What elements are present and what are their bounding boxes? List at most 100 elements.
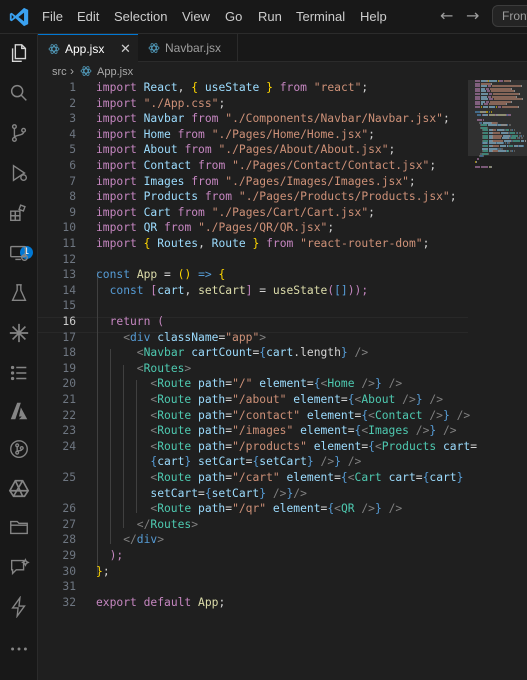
line-number: 16 [62, 315, 76, 328]
search-icon[interactable] [8, 82, 30, 104]
tab-label: App.jsx [65, 42, 105, 56]
code-line: <Route path="/about" element={<About />}… [150, 393, 444, 406]
minimap-token [522, 134, 525, 137]
minimap-token [507, 124, 509, 127]
minimap-token [475, 165, 481, 168]
line-number: 14 [62, 283, 76, 297]
menu-run[interactable]: Run [258, 9, 282, 24]
minimap-token [518, 106, 520, 108]
breadcrumb-folder[interactable]: src [52, 66, 67, 78]
minimap-token [512, 139, 520, 142]
code-line: import { Routes, Route } from "react-rou… [96, 237, 430, 250]
minimap-token [475, 106, 481, 108]
line-number: 11 [62, 237, 76, 250]
minimap-token [493, 150, 498, 153]
minimap-token [487, 124, 496, 127]
code-line: <Route path="/" element={<Home />} /> [150, 377, 403, 391]
list-icon[interactable] [8, 362, 30, 384]
line-number: 30 [62, 564, 76, 578]
back-arrow-icon[interactable]: ← [440, 6, 453, 25]
chat-icon[interactable] [8, 556, 30, 578]
indent-guide [110, 349, 111, 544]
minimap-token [491, 165, 493, 168]
drive-icon[interactable] [8, 477, 30, 499]
indent-guide [123, 365, 124, 528]
minimap-token [524, 139, 526, 142]
minimap-token [510, 80, 511, 82]
minimap[interactable] [475, 80, 526, 180]
minimap-token [509, 124, 511, 127]
react-icon [80, 66, 92, 76]
testing-icon[interactable] [8, 282, 30, 304]
code-line: <Route path="/products" element={<Produc… [150, 439, 478, 453]
minimap-token [483, 155, 484, 158]
source-control-icon[interactable] [8, 122, 30, 144]
line-number: 15 [62, 299, 76, 313]
folder-icon[interactable] [8, 516, 30, 538]
line-number: 23 [62, 424, 76, 438]
git-graph-icon[interactable] [8, 438, 30, 460]
close-icon[interactable]: ✕ [120, 41, 131, 57]
minimap-token [476, 158, 479, 160]
minimap-token [521, 98, 523, 101]
code-line: {cart} setCart={setCart} />} /> [150, 455, 362, 469]
code-editor[interactable]: 1 import React, { useState } from "react"… [38, 80, 477, 680]
menu-help[interactable]: Help [360, 9, 387, 24]
minimap-token [513, 150, 516, 153]
line-number: 2 [69, 96, 76, 110]
code-line: import About from "./Pages/About/About.j… [96, 143, 396, 157]
react-icon [48, 44, 60, 54]
breadcrumb-file[interactable]: App.jsx [97, 66, 133, 78]
title-bar: File Edit Selection View Go Run Terminal… [0, 0, 527, 34]
explorer-icon[interactable] [8, 42, 30, 64]
code-line: setCart={setCart} />}/> [150, 486, 307, 500]
azure-icon[interactable] [8, 400, 30, 422]
minimap-token [508, 113, 511, 116]
minimap-token [502, 106, 519, 108]
forward-arrow-icon[interactable]: → [466, 6, 479, 25]
code-line: <Routes> [136, 361, 192, 375]
line-number: 24 [62, 439, 76, 453]
menu-terminal[interactable]: Terminal [296, 9, 345, 24]
minimap-token [497, 80, 499, 82]
minimap-token [487, 152, 489, 155]
command-center-search[interactable]: Front [492, 5, 527, 27]
menu-view[interactable]: View [182, 9, 210, 24]
minimap-token [520, 85, 522, 88]
menu-selection[interactable]: Selection [114, 9, 167, 24]
menu-edit[interactable]: Edit [77, 9, 99, 24]
minimap-token [509, 145, 513, 147]
line-number: 17 [62, 330, 76, 344]
minimap-token [475, 160, 477, 163]
code-line: <Route path="/contact" element={<Contact… [150, 408, 471, 422]
minimap-token [481, 106, 483, 108]
line-number: 27 [62, 517, 76, 531]
code-line: const App = () => { [96, 268, 226, 282]
line-number: 4 [69, 127, 76, 141]
gear-star-icon[interactable] [8, 322, 30, 344]
line-number: 28 [62, 533, 76, 547]
line-number: 9 [69, 205, 76, 219]
minimap-token [499, 80, 503, 82]
code-line: import Images from "./Pages/Images/Image… [96, 174, 416, 188]
tab-app-jsx[interactable]: App.jsx ✕ [38, 34, 138, 62]
line-number: 8 [69, 190, 76, 204]
menu-go[interactable]: Go [225, 9, 242, 24]
run-debug-icon[interactable] [8, 162, 30, 184]
minimap-token [481, 165, 488, 168]
code-line: <Route path="/cart" element={<Cart cart=… [150, 471, 464, 484]
line-number: 18 [62, 346, 76, 360]
line-number: 22 [62, 408, 76, 422]
tab-navbar-jsx[interactable]: Navbar.jsx [138, 34, 238, 62]
more-icon[interactable] [8, 638, 30, 660]
line-number: 32 [62, 595, 76, 609]
menu-file[interactable]: File [42, 9, 63, 24]
lightning-icon[interactable] [8, 595, 30, 619]
code-line: import Cart from "./Pages/Cart/Cart.jsx"… [96, 205, 375, 219]
remote-explorer-icon[interactable] [8, 242, 30, 264]
activity-bar: 1 [0, 34, 38, 680]
line-number: 19 [62, 361, 76, 375]
line-number: 3 [69, 112, 76, 126]
extensions-icon[interactable] [8, 202, 30, 224]
code-line: import Contact from "./Pages/Contact/Con… [96, 159, 437, 172]
